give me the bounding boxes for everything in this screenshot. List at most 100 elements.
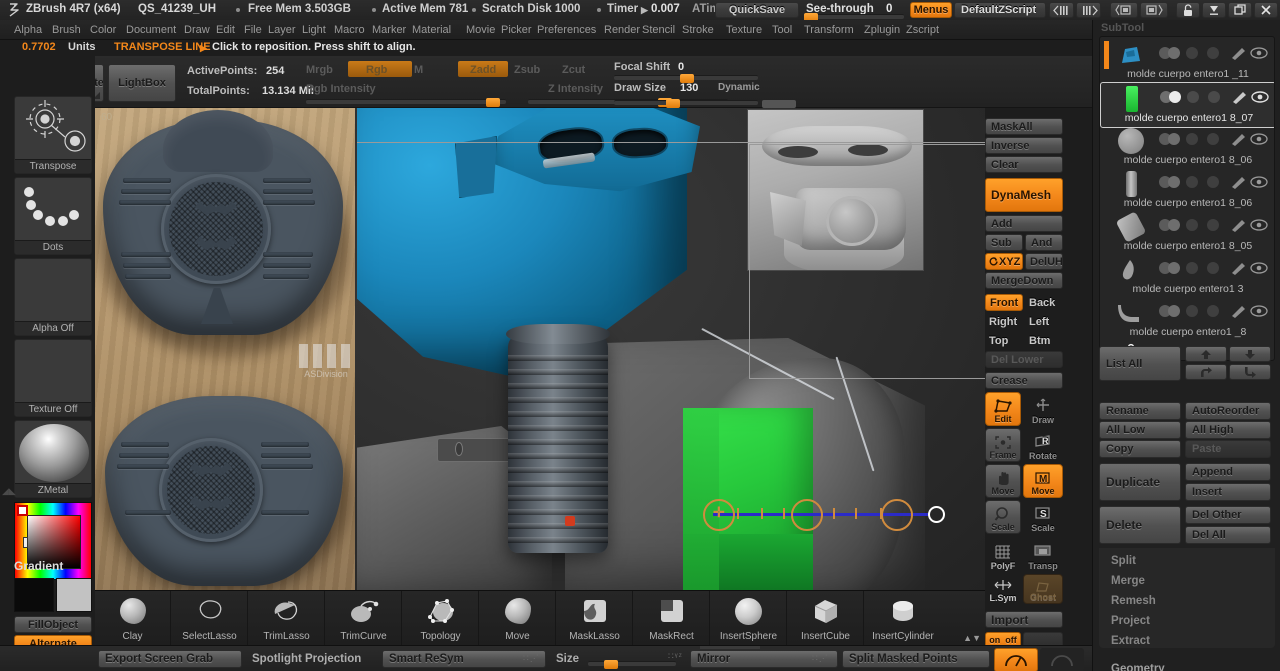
menu-picker[interactable]: Picker bbox=[501, 24, 532, 36]
see-through-slider[interactable] bbox=[804, 13, 904, 22]
menu-file[interactable]: File bbox=[244, 24, 262, 36]
fill-object-button[interactable]: FillObject bbox=[14, 616, 92, 633]
menu-render[interactable]: Render bbox=[604, 24, 640, 36]
brush-insertcube[interactable]: InsertCube bbox=[788, 591, 864, 646]
lock-icon[interactable] bbox=[1176, 2, 1200, 18]
subtool-row-icons[interactable] bbox=[1156, 260, 1268, 278]
maskall-button[interactable]: MaskAll bbox=[985, 118, 1063, 135]
document-canvas[interactable]: ASDivision 60 ✛ bbox=[95, 108, 985, 590]
section-geometry[interactable]: Geometry bbox=[1099, 659, 1275, 671]
insert-button[interactable]: Insert bbox=[1185, 483, 1271, 501]
subtool-row-5[interactable]: molde cuerpo entero1 3 bbox=[1100, 254, 1274, 300]
secondary-color-swatch[interactable] bbox=[56, 578, 92, 612]
rgb-intensity-slider[interactable] bbox=[306, 98, 506, 107]
import-button[interactable]: Import bbox=[985, 611, 1063, 628]
minimize-icon[interactable] bbox=[1202, 2, 1226, 18]
draw-size-slider[interactable] bbox=[614, 99, 758, 108]
brush-insertsphere[interactable]: InsertSphere bbox=[711, 591, 787, 646]
menu-preferences[interactable]: Preferences bbox=[537, 24, 596, 36]
back-button[interactable]: Back bbox=[1025, 294, 1063, 311]
add-button[interactable]: Add bbox=[985, 215, 1063, 232]
deluh-button[interactable]: DelUH bbox=[1025, 253, 1063, 270]
zscript-button[interactable]: DefaultZScript bbox=[954, 2, 1046, 18]
section-merge[interactable]: Merge bbox=[1099, 571, 1275, 590]
alpha-tile[interactable]: Alpha Off bbox=[14, 258, 92, 336]
menu-macro[interactable]: Macro bbox=[334, 24, 365, 36]
all-high-button[interactable]: All High bbox=[1185, 421, 1271, 439]
restore-icon[interactable] bbox=[1228, 2, 1252, 18]
menu-light[interactable]: Light bbox=[302, 24, 326, 36]
right-button[interactable]: Right bbox=[985, 313, 1023, 330]
transpose-handle-mid[interactable] bbox=[791, 499, 823, 531]
zscript-prev-button[interactable] bbox=[1049, 2, 1074, 18]
ghost-button[interactable]: Ghost bbox=[1023, 574, 1063, 604]
gauge-status-icon[interactable] bbox=[994, 648, 1038, 671]
brush-trimlasso[interactable]: TrimLasso bbox=[249, 591, 325, 646]
subtool-list[interactable]: molde cuerpo entero1 _11 molde cuerpo en… bbox=[1099, 36, 1275, 361]
zcut-button[interactable]: Zcut bbox=[562, 64, 585, 76]
menu-movie[interactable]: Movie bbox=[466, 24, 495, 36]
menu-texture[interactable]: Texture bbox=[726, 24, 762, 36]
scale-button[interactable]: Scale bbox=[985, 500, 1021, 534]
subtool-row-6[interactable]: molde cuerpo entero1 _8 bbox=[1100, 297, 1274, 343]
subtool-row-icons[interactable] bbox=[1157, 89, 1269, 107]
move-down-button[interactable] bbox=[1229, 346, 1271, 362]
brush-insertcylinder[interactable]: InsertCylinder bbox=[865, 591, 941, 646]
export-screen-grab-button[interactable]: Export Screen Grab bbox=[98, 650, 242, 668]
menu-layer[interactable]: Layer bbox=[268, 24, 296, 36]
brush-clay[interactable]: Clay bbox=[95, 591, 171, 646]
delete-button[interactable]: Delete bbox=[1099, 506, 1181, 544]
stroke-transpose-tile[interactable]: Transpose bbox=[14, 96, 92, 174]
dynamic-label[interactable]: Dynamic bbox=[718, 82, 760, 93]
transpose-handle-action[interactable] bbox=[928, 506, 945, 523]
and-button[interactable]: And bbox=[1025, 234, 1063, 251]
m-button[interactable]: M bbox=[414, 64, 423, 76]
subtool-row-0[interactable]: molde cuerpo entero1 _11 bbox=[1100, 39, 1274, 85]
mrgb-button[interactable]: Mrgb bbox=[306, 64, 333, 76]
dynamesh-button[interactable]: DynaMesh bbox=[985, 178, 1063, 212]
subtool-row-icons[interactable] bbox=[1156, 174, 1268, 192]
all-low-button[interactable]: All Low bbox=[1099, 421, 1181, 439]
brush-masklasso[interactable]: MaskLasso bbox=[557, 591, 633, 646]
copy-window-left-icon[interactable] bbox=[1110, 2, 1138, 18]
subtool-row-4[interactable]: molde cuerpo entero1 8_05 bbox=[1100, 211, 1274, 257]
append-button[interactable]: Append bbox=[1185, 463, 1271, 481]
section-extract[interactable]: Extract bbox=[1099, 631, 1275, 650]
close-icon[interactable] bbox=[1254, 2, 1278, 18]
brush-selectlasso[interactable]: SelectLasso bbox=[172, 591, 248, 646]
menu-alpha[interactable]: Alpha bbox=[14, 24, 42, 36]
subtool-row-2[interactable]: molde cuerpo entero1 8_06 bbox=[1100, 125, 1274, 171]
split-masked-points-button[interactable]: Split Masked Points bbox=[842, 650, 990, 668]
zscript-next-button[interactable] bbox=[1076, 2, 1101, 18]
left-button[interactable]: Left bbox=[1025, 313, 1063, 330]
list-all-button[interactable]: List All bbox=[1099, 346, 1181, 381]
local-symmetry-button[interactable]: L.Sym bbox=[985, 574, 1021, 604]
palette-scroll-arrows[interactable]: ◢◣ bbox=[2, 486, 16, 496]
menu-material[interactable]: Material bbox=[412, 24, 451, 36]
menu-zscript[interactable]: Zscript bbox=[906, 24, 939, 36]
section-split[interactable]: Split bbox=[1099, 551, 1275, 570]
stroke-dots-tile[interactable]: Dots bbox=[14, 177, 92, 255]
btm-button[interactable]: Btm bbox=[1025, 332, 1063, 349]
move-right-button[interactable] bbox=[1185, 364, 1227, 380]
draw-mode-button[interactable]: Draw bbox=[1023, 392, 1063, 426]
color-swatch-indicator[interactable] bbox=[17, 505, 28, 516]
scale-tool-button[interactable]: S Scale bbox=[1023, 500, 1063, 534]
move-button[interactable]: Move bbox=[985, 464, 1021, 498]
subtool-row-icons[interactable] bbox=[1156, 131, 1268, 149]
duplicate-button[interactable]: Duplicate bbox=[1099, 463, 1181, 501]
subtool-row-1[interactable]: molde cuerpo entero1 8_07 bbox=[1100, 82, 1274, 128]
menu-draw[interactable]: Draw bbox=[184, 24, 210, 36]
front-button[interactable]: Front bbox=[985, 294, 1023, 311]
clear-button[interactable]: Clear bbox=[985, 156, 1063, 173]
subtool-row-3[interactable]: molde cuerpo entero1 8_06 bbox=[1100, 168, 1274, 214]
polyframe-button[interactable]: PolyF bbox=[985, 538, 1021, 572]
texture-tile[interactable]: Texture Off bbox=[14, 339, 92, 417]
menu-stroke[interactable]: Stroke bbox=[682, 24, 714, 36]
zsub-button[interactable]: Zsub bbox=[514, 64, 540, 76]
smart-resym-button[interactable]: Smart ReSym bbox=[382, 650, 546, 668]
copy-button[interactable]: Copy bbox=[1099, 440, 1181, 458]
shelf-scroll-arrows-icon[interactable]: ▲▼ bbox=[963, 633, 981, 643]
autoreorder-button[interactable]: AutoReorder bbox=[1185, 402, 1271, 420]
move-tool-button[interactable]: M Move bbox=[1023, 464, 1063, 498]
